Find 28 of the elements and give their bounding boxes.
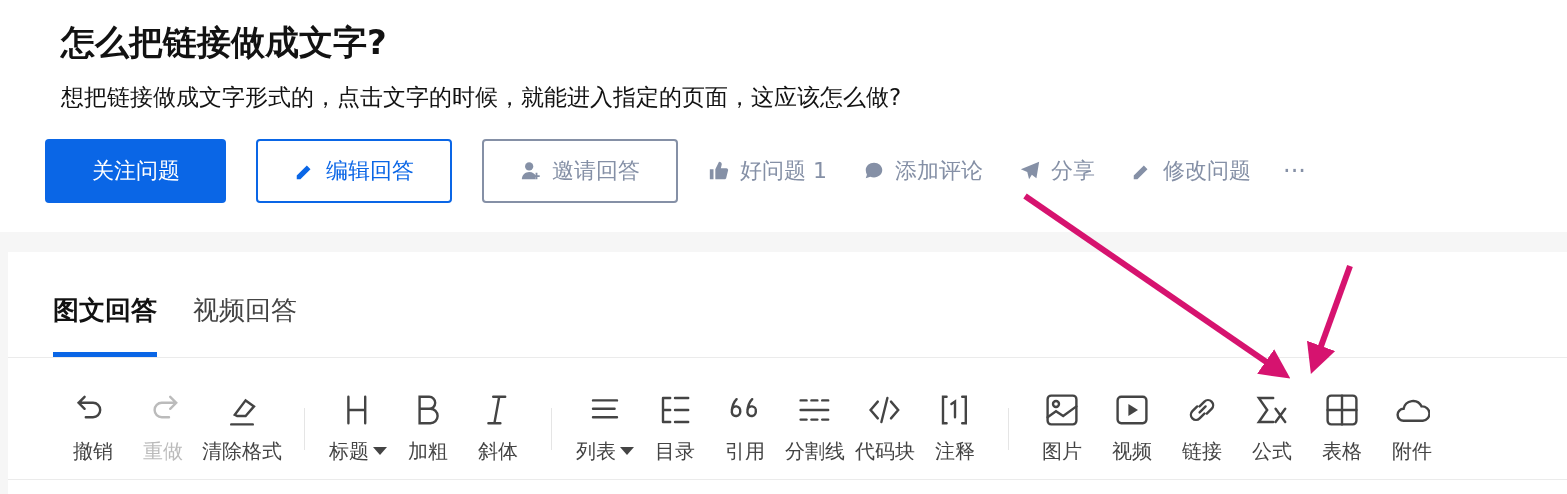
toolbar-button[interactable]: 链接 [1167,391,1237,466]
toolbar-button[interactable]: 清除格式 [198,391,286,466]
answer-tab[interactable]: 视频回答 [193,291,297,357]
question-title: 怎么把链接做成文字? [61,21,388,64]
toolbar-button[interactable]: 视频 [1097,391,1167,466]
table-icon [1324,391,1360,428]
image-icon [1044,391,1080,428]
answer-tab[interactable]: 图文回答 [53,291,157,357]
toolbar-button[interactable]: 撤销 [58,391,128,466]
toolbar-button[interactable]: 附件 [1377,391,1447,466]
edit-answer-button[interactable]: 编辑回答 [256,138,452,203]
toolbar-button[interactable]: 目录 [640,391,710,466]
toolbar-button[interactable]: 公式 [1237,391,1307,466]
add-person-icon [520,159,542,182]
toolbar-button[interactable]: 表格 [1307,391,1377,466]
toolbar-button[interactable]: 注释 [920,391,990,466]
follow-button[interactable]: 关注问题 [45,138,226,203]
toolbar-button[interactable]: 分割线 [780,391,850,466]
toolbar-button[interactable]: 代码块 [850,391,920,466]
thumbs-up-icon [708,159,730,182]
toolbar-button[interactable]: 引用 [710,391,780,466]
toolbar-button[interactable]: 标题 [323,391,393,466]
toolbar-button[interactable]: 斜体 [463,391,533,466]
toolbar-button[interactable]: 列表 [570,391,640,466]
toolbar-button[interactable]: 图片 [1027,391,1097,466]
paper-plane-icon [1019,159,1041,182]
question-description: 想把链接做成文字形式的，点击文字的时候，就能进入指定的页面，这应该怎么做? [61,83,903,113]
toolbar-button[interactable]: 加粗 [393,391,463,466]
